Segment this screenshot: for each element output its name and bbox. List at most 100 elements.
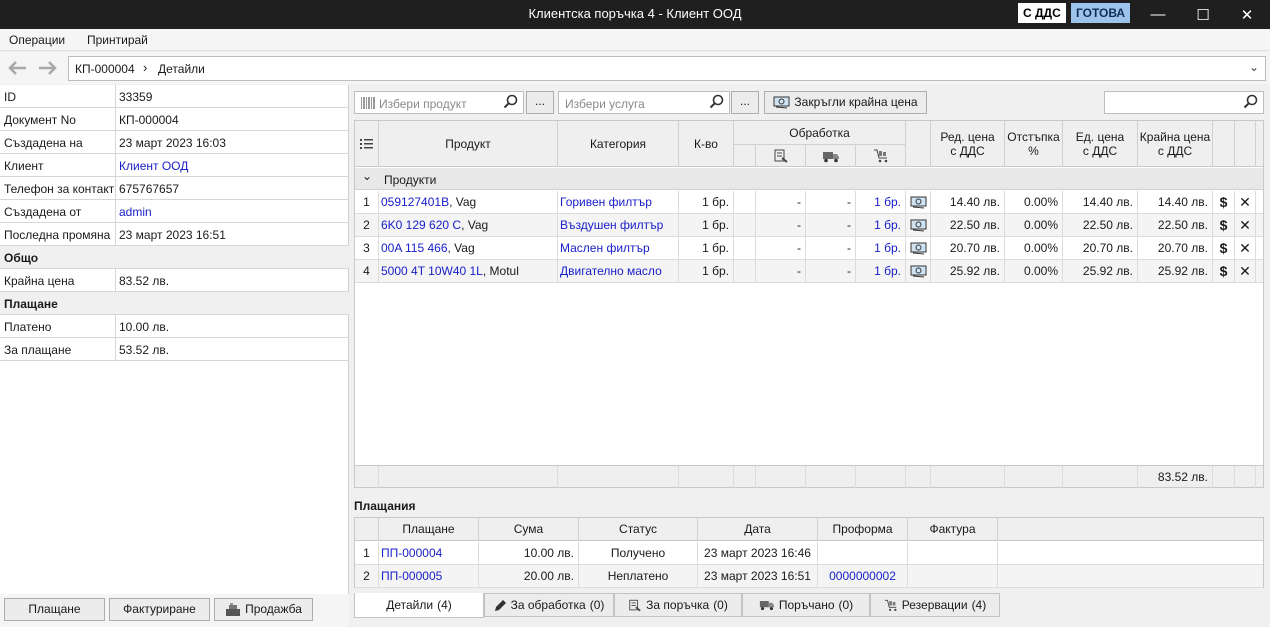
warehouse-cell[interactable]: 1 бр. [856,260,906,283]
category-link[interactable]: Горивен филтър [558,191,679,214]
remove-icon[interactable]: ✕ [1235,260,1256,283]
tab-ordered[interactable]: Поръчано (0) [742,593,870,617]
dollar-icon[interactable]: $ [1213,191,1235,214]
payment-row[interactable]: 1 ПП-000004 10.00 лв. Получено 23 март 2023 … [355,542,1263,565]
product-row[interactable]: 3 00A 115 466, Vag Маслен филтър 1 бр. - -1 б… [355,237,1263,260]
money-icon[interactable] [906,191,931,214]
dollar-icon[interactable]: $ [1213,237,1235,260]
tab-details[interactable]: Детайли (4) [354,593,484,618]
section-total: Общо [0,246,349,269]
proforma-link[interactable] [818,542,908,565]
header-row-price[interactable]: Ред. цена с ДДС [931,121,1005,167]
tab-count: (4) [971,598,987,612]
money-icon[interactable] [906,237,931,260]
category-link[interactable]: Въздушен филтър [558,214,679,237]
minimize-button[interactable]: — [1135,0,1181,29]
footer-cell [355,466,379,488]
processing-cell: - [756,214,806,237]
header-action-2 [1235,121,1256,167]
header-qty[interactable]: К-во [679,121,734,167]
payment-row[interactable]: 2 ПП-000005 20.00 лв. Неплатено 23 март 2023… [355,565,1263,588]
grid-search-input[interactable] [1104,91,1264,114]
payments-header-status[interactable]: Статус [579,518,698,541]
processing-cell: - [756,237,806,260]
forward-arrow-icon[interactable] [36,57,60,79]
payment-button[interactable]: Плащане [4,598,105,621]
breadcrumb-root[interactable]: КП-000004 [75,62,135,76]
round-price-label: Закръгли крайна цена [794,95,918,109]
detail-value: 10.00 лв. [119,320,170,334]
category-link[interactable]: Маслен филтър [558,237,679,260]
user-link[interactable]: admin [119,205,152,219]
dollar-icon[interactable]: $ [1213,260,1235,283]
payments-header-invoice[interactable]: Фактура [908,518,998,541]
product-code-link[interactable]: 5000 4T 10W40 1L [381,264,483,278]
detail-row-modified: Последна промяна 23 март 2023 16:51 [0,223,349,246]
header-discount[interactable]: Отстъпка % [1005,121,1063,167]
tab-for-processing[interactable]: За обработка (0) [484,593,614,617]
invoicing-button[interactable]: Фактуриране [109,598,210,621]
header-final-price[interactable]: Крайна цена с ДДС [1138,121,1213,167]
money-icon[interactable] [906,260,931,283]
footer-cell [1063,466,1138,488]
spacer-cell [734,237,756,260]
product-row[interactable]: 1 059127401B, Vag Горивен филтър 1 бр. - -1 б… [355,191,1263,214]
product-browse-button[interactable]: ... [526,91,554,114]
header-unit-price[interactable]: Ед. цена с ДДС [1063,121,1138,167]
chevron-down-icon[interactable]: ⌄ [1249,60,1259,74]
product-row[interactable]: 2 6K0 129 620 C, Vag Въздушен филтър 1 бр. -… [355,214,1263,237]
payments-header-amount[interactable]: Сума [479,518,579,541]
sale-button[interactable]: Продажба [214,598,313,621]
dollar-icon[interactable]: $ [1213,214,1235,237]
header-product[interactable]: Продукт [379,121,558,167]
warehouse-cell[interactable]: 1 бр. [856,237,906,260]
column-chooser-icon[interactable] [355,121,379,167]
client-link[interactable]: Клиент ООД [119,159,188,173]
warehouse-cell[interactable]: 1 бр. [856,214,906,237]
payment-amount: 20.00 лв. [479,565,579,588]
final-price-cell: 20.70 лв. [1138,237,1213,260]
round-price-button[interactable]: Закръгли крайна цена [764,91,927,114]
service-select-input[interactable]: Избери услуга [558,91,730,114]
back-arrow-icon[interactable] [5,57,29,79]
products-total: 83.52 лв. [1138,466,1213,488]
group-row-products[interactable]: ⌄ Продукти [355,168,1263,190]
product-select-input[interactable]: Избери продукт [354,91,524,114]
warehouse-cell[interactable]: 1 бр. [856,191,906,214]
group-collapse-icon[interactable]: ⌄ [362,169,372,183]
close-button[interactable]: ✕ [1224,0,1270,29]
product-code-link[interactable]: 6K0 129 620 C [381,218,461,232]
menu-print[interactable]: Принтирай [87,33,148,47]
proforma-link[interactable]: 0000000002 [818,565,908,588]
product-code-link[interactable]: 00A 115 466 [381,241,448,255]
tab-count: (0) [589,598,605,612]
spacer-cell [734,191,756,214]
breadcrumb[interactable]: КП-000004 › Детайли ⌄ [68,56,1266,81]
remove-icon[interactable]: ✕ [1235,237,1256,260]
remove-icon[interactable]: ✕ [1235,191,1256,214]
product-row[interactable]: 4 5000 4T 10W40 1L, Motul Двигателно масло… [355,260,1263,283]
payments-header-date[interactable]: Дата [698,518,818,541]
money-icon[interactable] [906,214,931,237]
maximize-button[interactable]: ☐ [1180,0,1226,29]
payment-doc-link[interactable]: ПП-000005 [379,565,479,588]
warehouse-cart-icon [884,599,897,611]
tab-to-order[interactable]: За поръчка (0) [614,593,742,617]
spacer-cell [734,214,756,237]
header-category[interactable]: Категория [558,121,679,167]
products-toolbar: Избери продукт ... Избери услуга ... Зак… [350,85,1270,118]
footer-cell [1213,466,1235,488]
unit-price-cell: 25.92 лв. [1063,260,1138,283]
product-code-link[interactable]: 059127401B [381,195,449,209]
payments-header-doc[interactable]: Плащане [379,518,479,541]
remove-icon[interactable]: ✕ [1235,214,1256,237]
payment-doc-link[interactable]: ПП-000004 [379,542,479,565]
category-link[interactable]: Двигателно масло [558,260,679,283]
detail-row-created-by: Създадена от admin [0,200,349,223]
delivery-truck-icon [759,601,774,611]
service-browse-button[interactable]: ... [731,91,759,114]
menu-operations[interactable]: Операции [9,33,65,47]
payments-header-proforma[interactable]: Проформа [818,518,908,541]
tab-reservations[interactable]: Резервации (4) [870,593,1000,617]
sale-button-label: Продажба [245,602,302,616]
